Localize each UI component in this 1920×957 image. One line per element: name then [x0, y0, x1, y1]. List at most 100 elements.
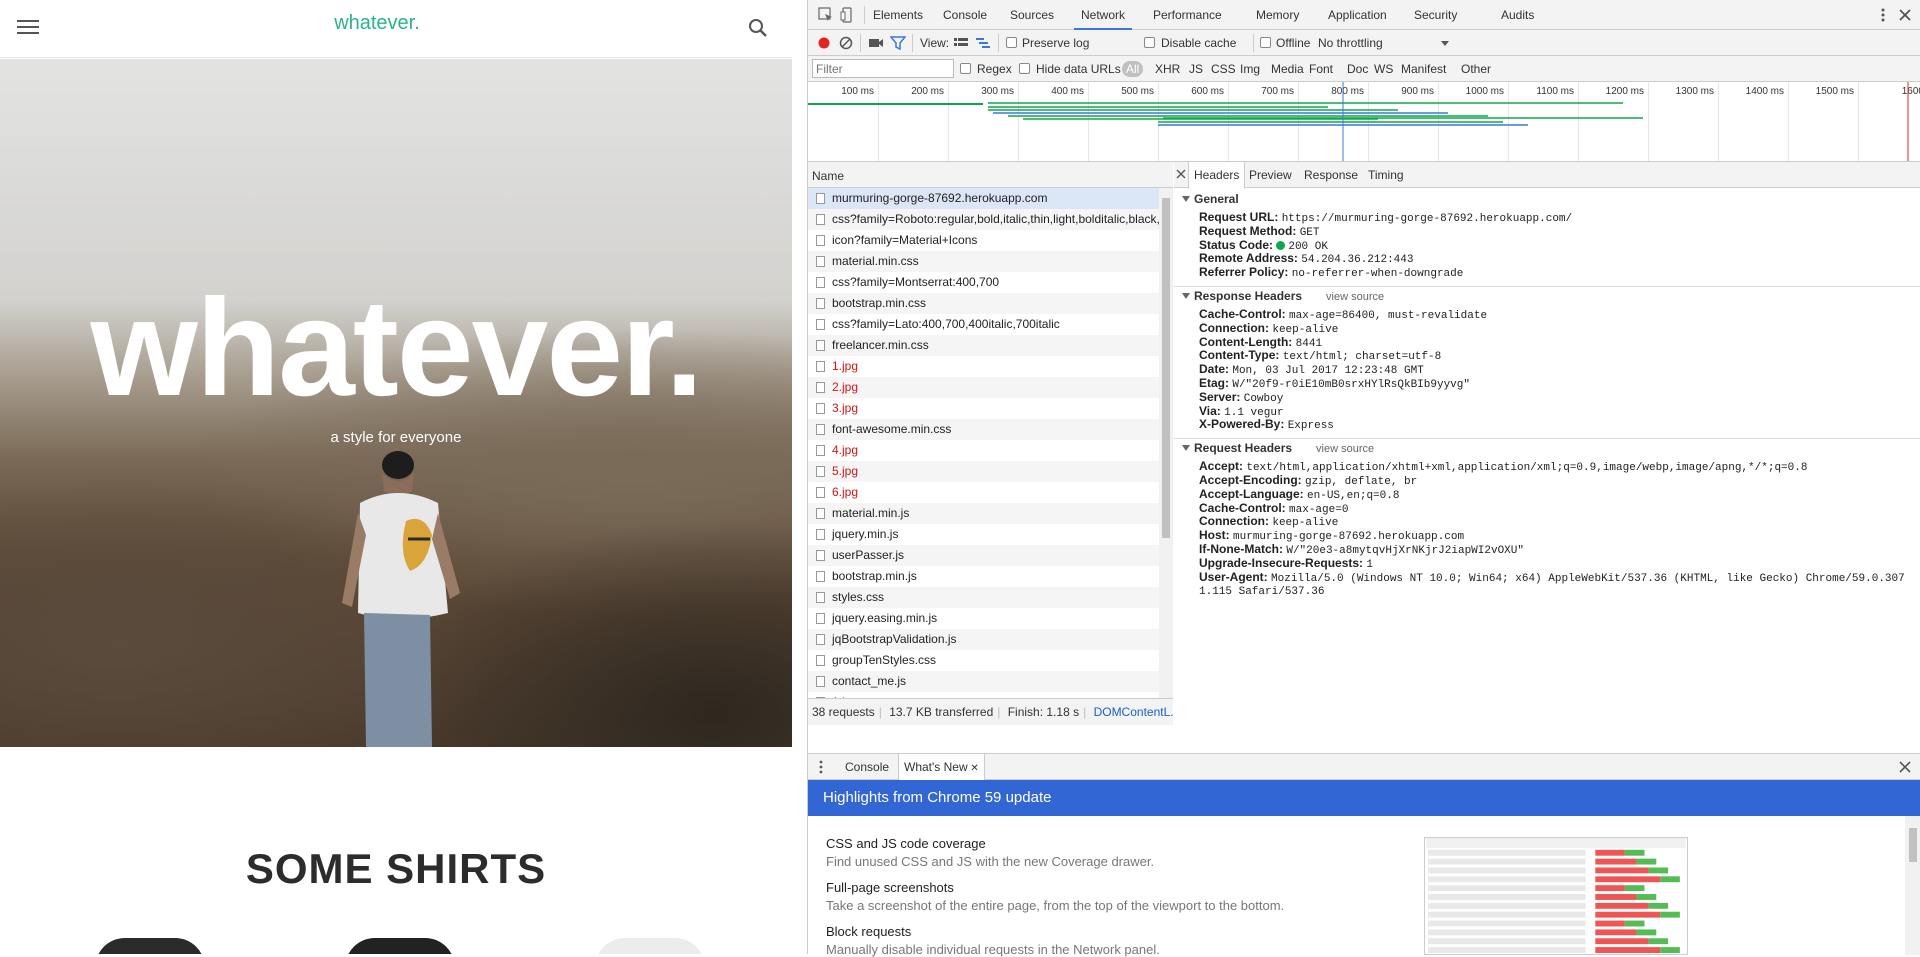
tab-performance[interactable]: Performance — [1146, 0, 1229, 30]
camera-icon[interactable] — [868, 35, 884, 51]
chevron-down-icon[interactable] — [1440, 35, 1450, 51]
shirt-thumbnail[interactable] — [95, 938, 205, 954]
request-row[interactable]: groupTenStyles.css — [808, 650, 1159, 671]
site-brand[interactable]: whatever. — [0, 12, 754, 35]
drawer-scrollbar[interactable] — [1905, 816, 1920, 955]
tab-security[interactable]: Security — [1407, 0, 1464, 30]
tab-memory[interactable]: Memory — [1249, 0, 1306, 30]
preview-used-bar — [1624, 920, 1645, 927]
request-row[interactable]: font-awesome.min.css — [808, 419, 1159, 440]
filter-type-css[interactable]: CSS — [1208, 61, 1239, 77]
waterfall-overview-icon[interactable] — [975, 35, 991, 51]
device-toolbar-icon[interactable] — [840, 7, 856, 23]
name-column-header[interactable]: Name — [812, 169, 844, 183]
request-row[interactable]: icon?family=Material+Icons — [808, 230, 1159, 251]
filter-type-img[interactable]: Img — [1237, 61, 1263, 77]
tab-application[interactable]: Application — [1321, 0, 1394, 30]
request-row[interactable]: 4.jpg — [808, 440, 1159, 461]
section-header-request[interactable]: Request Headers view source — [1182, 441, 1374, 455]
request-row[interactable]: css?family=Lato:400,700,400italic,700ita… — [808, 314, 1159, 335]
hide-data-urls-checkbox[interactable] — [1019, 63, 1030, 74]
search-icon[interactable] — [746, 16, 770, 40]
request-row[interactable]: bootstrap.min.js — [808, 566, 1159, 587]
network-timeline-overview[interactable]: 100 ms 200 ms 300 ms 400 ms 500 ms 600 ms 700 … — [808, 82, 1920, 162]
detail-tab-preview[interactable]: Preview — [1244, 162, 1297, 188]
detail-tab-timing[interactable]: Timing — [1363, 162, 1409, 188]
request-row[interactable]: bootstrap.min.css — [808, 293, 1159, 314]
filter-type-manifest[interactable]: Manifest — [1398, 61, 1449, 77]
request-row[interactable]: freelancer.min.css — [808, 335, 1159, 356]
request-row[interactable]: userPasser.js — [808, 545, 1159, 566]
header-field: Referrer Policy: no-referrer-when-downgr… — [1199, 265, 1463, 280]
tab-audits[interactable]: Audits — [1494, 0, 1541, 30]
request-row[interactable]: css?family=Montserrat:400,700 — [808, 272, 1159, 293]
hero-title: whatever. — [90, 271, 703, 425]
section-header-response[interactable]: Response Headers view source — [1182, 289, 1384, 303]
preserve-log-checkbox[interactable] — [1006, 37, 1017, 48]
drawer-tab-console[interactable]: Console — [840, 754, 894, 780]
clear-icon[interactable] — [838, 35, 854, 51]
view-source-link[interactable]: view source — [1326, 291, 1384, 303]
request-row[interactable]: 5.jpg — [808, 461, 1159, 482]
section-divider — [1174, 286, 1920, 287]
shirt-thumbnail[interactable] — [595, 938, 705, 954]
large-rows-icon[interactable] — [953, 35, 969, 51]
whats-new-item-title[interactable]: Block requests — [826, 924, 911, 939]
request-row[interactable]: material.min.css — [808, 251, 1159, 272]
filter-type-font[interactable]: Font — [1306, 61, 1336, 77]
filter-type-js[interactable]: JS — [1186, 61, 1206, 77]
request-row[interactable]: 2.jpg — [808, 377, 1159, 398]
whats-new-item-title[interactable]: CSS and JS code coverage — [826, 836, 986, 851]
close-devtools-icon[interactable] — [1897, 7, 1913, 23]
preview-row — [1428, 849, 1586, 856]
header-field: Status Code: 200 OK — [1199, 238, 1328, 253]
request-row[interactable]: jqBootstrapValidation.js — [808, 629, 1159, 650]
disable-cache-checkbox[interactable] — [1144, 37, 1155, 48]
close-drawer-icon[interactable] — [1897, 759, 1913, 775]
request-list-scrollbar[interactable] — [1159, 188, 1173, 698]
tab-sources[interactable]: Sources — [1003, 0, 1061, 30]
detail-tab-response[interactable]: Response — [1299, 162, 1363, 188]
request-row[interactable]: jquery.easing.min.js — [808, 608, 1159, 629]
request-row[interactable]: contact_me.js — [808, 671, 1159, 692]
shirt-thumbnail[interactable] — [345, 938, 455, 954]
filter-type-ws[interactable]: WS — [1371, 61, 1396, 77]
filter-type-doc[interactable]: Doc — [1344, 61, 1371, 77]
filter-input[interactable] — [812, 59, 954, 78]
whats-new-item-title[interactable]: Full-page screenshots — [826, 880, 954, 895]
filter-type-media[interactable]: Media — [1268, 61, 1307, 77]
request-row[interactable]: 1.jpg — [808, 356, 1159, 377]
section-header-general[interactable]: General — [1182, 192, 1239, 206]
header-field: Remote Address: 54.204.36.212:443 — [1199, 251, 1413, 266]
request-row[interactable]: styles.css — [808, 587, 1159, 608]
filter-type-xhr[interactable]: XHR — [1152, 61, 1183, 77]
filter-icon[interactable] — [890, 35, 906, 51]
request-row[interactable]: 3.jpg — [808, 398, 1159, 419]
filter-type-all[interactable]: All — [1122, 61, 1144, 77]
header-field: Etag: W/"20f9-r0iE10mB0srxHYlRsQkBIb9yyv… — [1199, 376, 1470, 391]
request-row[interactable]: css?family=Roboto:regular,bold,italic,th… — [808, 209, 1159, 230]
coverage-preview-image — [1424, 837, 1688, 955]
record-icon[interactable] — [816, 35, 832, 51]
throttling-select[interactable]: No throttling — [1318, 36, 1383, 50]
more-options-icon[interactable] — [1875, 7, 1891, 23]
request-row[interactable]: murmuring-gorge-87692.herokuapp.com — [808, 188, 1159, 209]
close-tab-icon[interactable]: ✕ — [968, 763, 978, 774]
regex-checkbox[interactable] — [960, 63, 971, 74]
view-source-link[interactable]: view source — [1316, 443, 1374, 455]
tab-network[interactable]: Network — [1074, 0, 1133, 30]
offline-checkbox[interactable] — [1260, 37, 1271, 48]
file-icon — [816, 634, 825, 645]
request-row[interactable]: material.min.js — [808, 503, 1159, 524]
request-list-header[interactable]: Name — [808, 162, 1173, 188]
inspect-element-icon[interactable] — [818, 7, 834, 23]
tab-elements[interactable]: Elements — [866, 0, 930, 30]
tab-console[interactable]: Console — [936, 0, 994, 30]
detail-tab-headers[interactable]: Headers — [1188, 162, 1246, 189]
close-detail-icon[interactable] — [1174, 167, 1188, 181]
request-row[interactable]: 6.jpg — [808, 482, 1159, 503]
request-row[interactable]: jquery.min.js — [808, 524, 1159, 545]
filter-type-other[interactable]: Other — [1458, 61, 1494, 77]
drawer-tab-what-s-new[interactable]: What's New ✕ — [898, 754, 985, 780]
drawer-menu-icon[interactable] — [814, 759, 828, 775]
